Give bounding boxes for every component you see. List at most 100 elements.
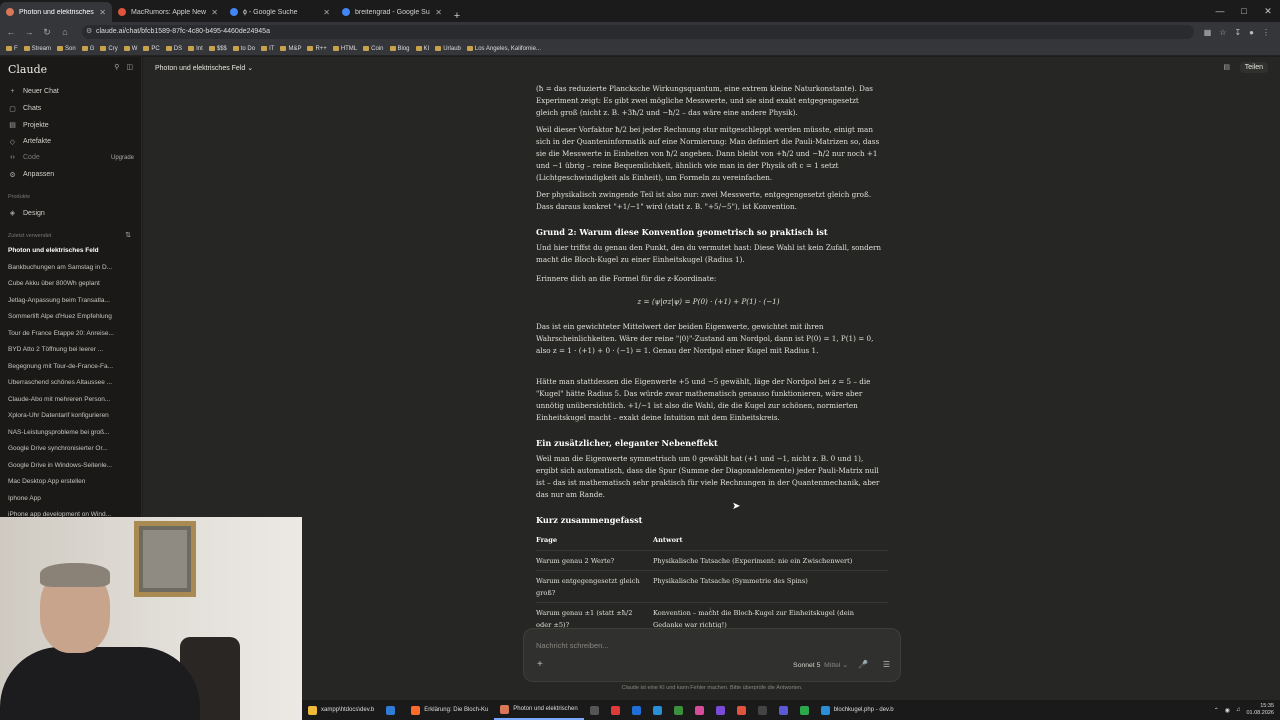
recent-chat-item[interactable]: Bankbuchungen am Samstag in D... [8, 264, 134, 271]
bookmark-item[interactable]: $$$ [208, 46, 227, 52]
chat-title[interactable]: Photon und elektrisches Feld ⌄ [155, 64, 253, 72]
recent-chat-item[interactable]: Google Drive synchronisierter Or... [8, 445, 134, 452]
recent-chat-item[interactable]: Begegnung mit Tour-de-France-Fa... [8, 363, 134, 370]
taskbar-app[interactable]: Erklärung: Die Bloch-Ku [405, 700, 494, 720]
sidebar-item-artefakte[interactable]: ◇ Artefakte [8, 138, 134, 146]
recent-chat-item[interactable]: Tour de France Etappe 20: Anreise... [8, 330, 134, 337]
tray-chevron-icon[interactable]: ⌃ [1214, 707, 1219, 714]
bookmark-item[interactable]: Int [188, 46, 203, 52]
tab-close-icon[interactable]: ✕ [435, 8, 442, 17]
taskbar-app[interactable]: xampp\htdocs\dev.b [302, 700, 380, 720]
share-button[interactable]: Teilen [1239, 62, 1268, 73]
bookmark-item[interactable]: KI [415, 46, 429, 52]
recent-chat-item[interactable]: Mac Desktop App erstellen [8, 478, 134, 485]
download-icon[interactable]: ↧ [1234, 28, 1241, 37]
home-icon[interactable]: ⌂ [58, 27, 72, 37]
minimize-icon[interactable]: — [1208, 0, 1232, 22]
document-icon[interactable]: ▤ [1223, 63, 1230, 71]
bookmark-item[interactable]: Urlaub [435, 46, 461, 52]
taskbar-app[interactable] [647, 700, 668, 720]
voice-mode-icon[interactable]: ☰ [883, 660, 890, 669]
taskbar-app[interactable]: Photon und elektrischen [494, 700, 584, 720]
tab-close-icon[interactable]: ✕ [211, 8, 218, 17]
browser-tab[interactable]: MacRumors: Apple News and R... ✕ [112, 2, 224, 22]
taskbar-app[interactable] [668, 700, 689, 720]
taskbar-app[interactable] [626, 700, 647, 720]
tab-close-icon[interactable]: ✕ [99, 8, 106, 17]
bookmark-item[interactable]: G [81, 46, 94, 52]
sidebar-toggle-icon[interactable]: ◫ [126, 63, 133, 71]
add-attachment-icon[interactable]: + [537, 659, 543, 670]
extension-icon[interactable]: ▦ [1204, 28, 1212, 37]
new-tab-button[interactable]: + [448, 10, 466, 22]
bookmark-item[interactable]: DS [165, 46, 182, 52]
brand-logo[interactable]: Claude [8, 63, 47, 76]
sidebar-item-chats[interactable]: ▢ Chats [8, 105, 134, 113]
taskbar-app[interactable] [731, 700, 752, 720]
bookmark-item[interactable]: to Do [232, 46, 255, 52]
upgrade-button[interactable]: Upgrade [111, 155, 134, 161]
maximize-icon[interactable]: □ [1232, 0, 1256, 22]
sidebar-item-neuer-chat[interactable]: + Neuer Chat [8, 88, 134, 95]
volume-icon[interactable]: ♫ [1236, 707, 1241, 713]
sidebar-item-code[interactable]: ‹› Code Upgrade [8, 154, 134, 161]
recent-settings-icon[interactable]: ⇅ [125, 231, 131, 239]
recent-chat-item[interactable]: NAS-Leistungsprobleme bei groß... [8, 429, 134, 436]
bookmark-item[interactable]: Los Angeles, Kalifornie... [466, 46, 541, 52]
bookmark-item[interactable]: Blog [389, 46, 410, 52]
bookmark-item[interactable]: HTML [332, 46, 357, 52]
menu-icon[interactable]: ⋮ [1262, 28, 1270, 37]
back-icon[interactable]: ← [4, 27, 18, 37]
clock[interactable]: 15:35 01.08.2026 [1246, 703, 1274, 717]
recent-chat-item[interactable]: Iphone App [8, 495, 134, 502]
network-icon[interactable]: ◉ [1225, 707, 1230, 714]
taskbar-app[interactable] [605, 700, 626, 720]
sidebar-item-projekte[interactable]: ▤ Projekte [8, 121, 134, 130]
recent-chat-item[interactable]: Claude-Abo mit mehreren Person... [8, 396, 134, 403]
model-selector[interactable]: Sonnet 5 Mittel ⌄ [793, 661, 848, 669]
recent-chat-item[interactable]: Überraschend schönes Altaussee ... [8, 379, 134, 386]
browser-tab[interactable]: Photon und elektrisches Feld ✕ [0, 2, 112, 22]
tab-close-icon[interactable]: ✕ [323, 8, 330, 17]
recent-chat-item[interactable]: Google Drive in Windows-Seitenle... [8, 462, 134, 469]
bookmark-item[interactable]: Cry [100, 46, 118, 52]
taskbar-app[interactable] [752, 700, 773, 720]
taskbar-app[interactable] [710, 700, 731, 720]
recent-chat-item[interactable]: Photon und elektrisches Feld [8, 247, 134, 254]
search-icon[interactable]: ⚲ [114, 63, 119, 71]
message-composer[interactable]: Nachricht schreiben... + Sonnet 5 Mittel… [523, 628, 901, 682]
bookmark-item[interactable]: R++ [307, 46, 327, 52]
recent-chat-item[interactable]: Jetlag-Anpassung beim Transatla... [8, 297, 134, 304]
close-icon[interactable]: ✕ [1256, 0, 1280, 22]
forward-icon[interactable]: → [22, 27, 36, 37]
recent-chat-item[interactable]: Cube Akku über 800Wh geplant [8, 280, 134, 287]
taskbar-app[interactable] [380, 700, 405, 720]
browser-tab[interactable]: breitengrad - Google Suche ✕ [336, 2, 448, 22]
taskbar-app[interactable] [584, 700, 605, 720]
recent-chat-item[interactable]: BYD Atto 2 Töffnung bei leerer ... [8, 346, 134, 353]
bookmark-item[interactable]: Stream [23, 46, 51, 52]
scroll-down-icon[interactable]: ↓ [708, 605, 712, 614]
url-field[interactable]: ⚙ claude.ai/chat/bfcb1589-87fc-4c80-b495… [82, 25, 1194, 39]
taskbar-app[interactable] [689, 700, 710, 720]
bookmark-item[interactable]: M&P [280, 46, 301, 52]
sidebar-item-anpassen[interactable]: ⚙ Anpassen [8, 171, 134, 179]
sidebar-item-design[interactable]: ◈ Design [8, 209, 134, 218]
bookmark-item[interactable]: Son [57, 46, 76, 52]
taskbar-app[interactable]: blochkugel.php - dev.b [815, 700, 900, 720]
recent-chat-item[interactable]: Xplora-Uhr Datentarif konfigurieren [8, 412, 134, 419]
microphone-icon[interactable]: 🎤 [858, 660, 868, 669]
bookmark-item[interactable]: PC [143, 46, 160, 52]
taskbar-app[interactable] [773, 700, 794, 720]
bookmark-item[interactable]: IT [261, 46, 274, 52]
recent-chat-item[interactable]: Sommerlift Alpe d'Huez Empfehlung [8, 313, 134, 320]
reload-icon[interactable]: ↻ [40, 27, 54, 38]
bookmark-star-icon[interactable]: ☆ [1219, 28, 1226, 37]
bookmark-item[interactable]: Coin [363, 46, 384, 52]
profile-icon[interactable]: ● [1249, 28, 1254, 37]
bookmark-item[interactable]: W [123, 46, 137, 52]
site-info-icon[interactable]: ⚙ [86, 25, 92, 39]
bookmark-item[interactable]: F [6, 46, 18, 52]
message-input[interactable]: Nachricht schreiben... [536, 641, 609, 650]
taskbar-app[interactable] [794, 700, 815, 720]
